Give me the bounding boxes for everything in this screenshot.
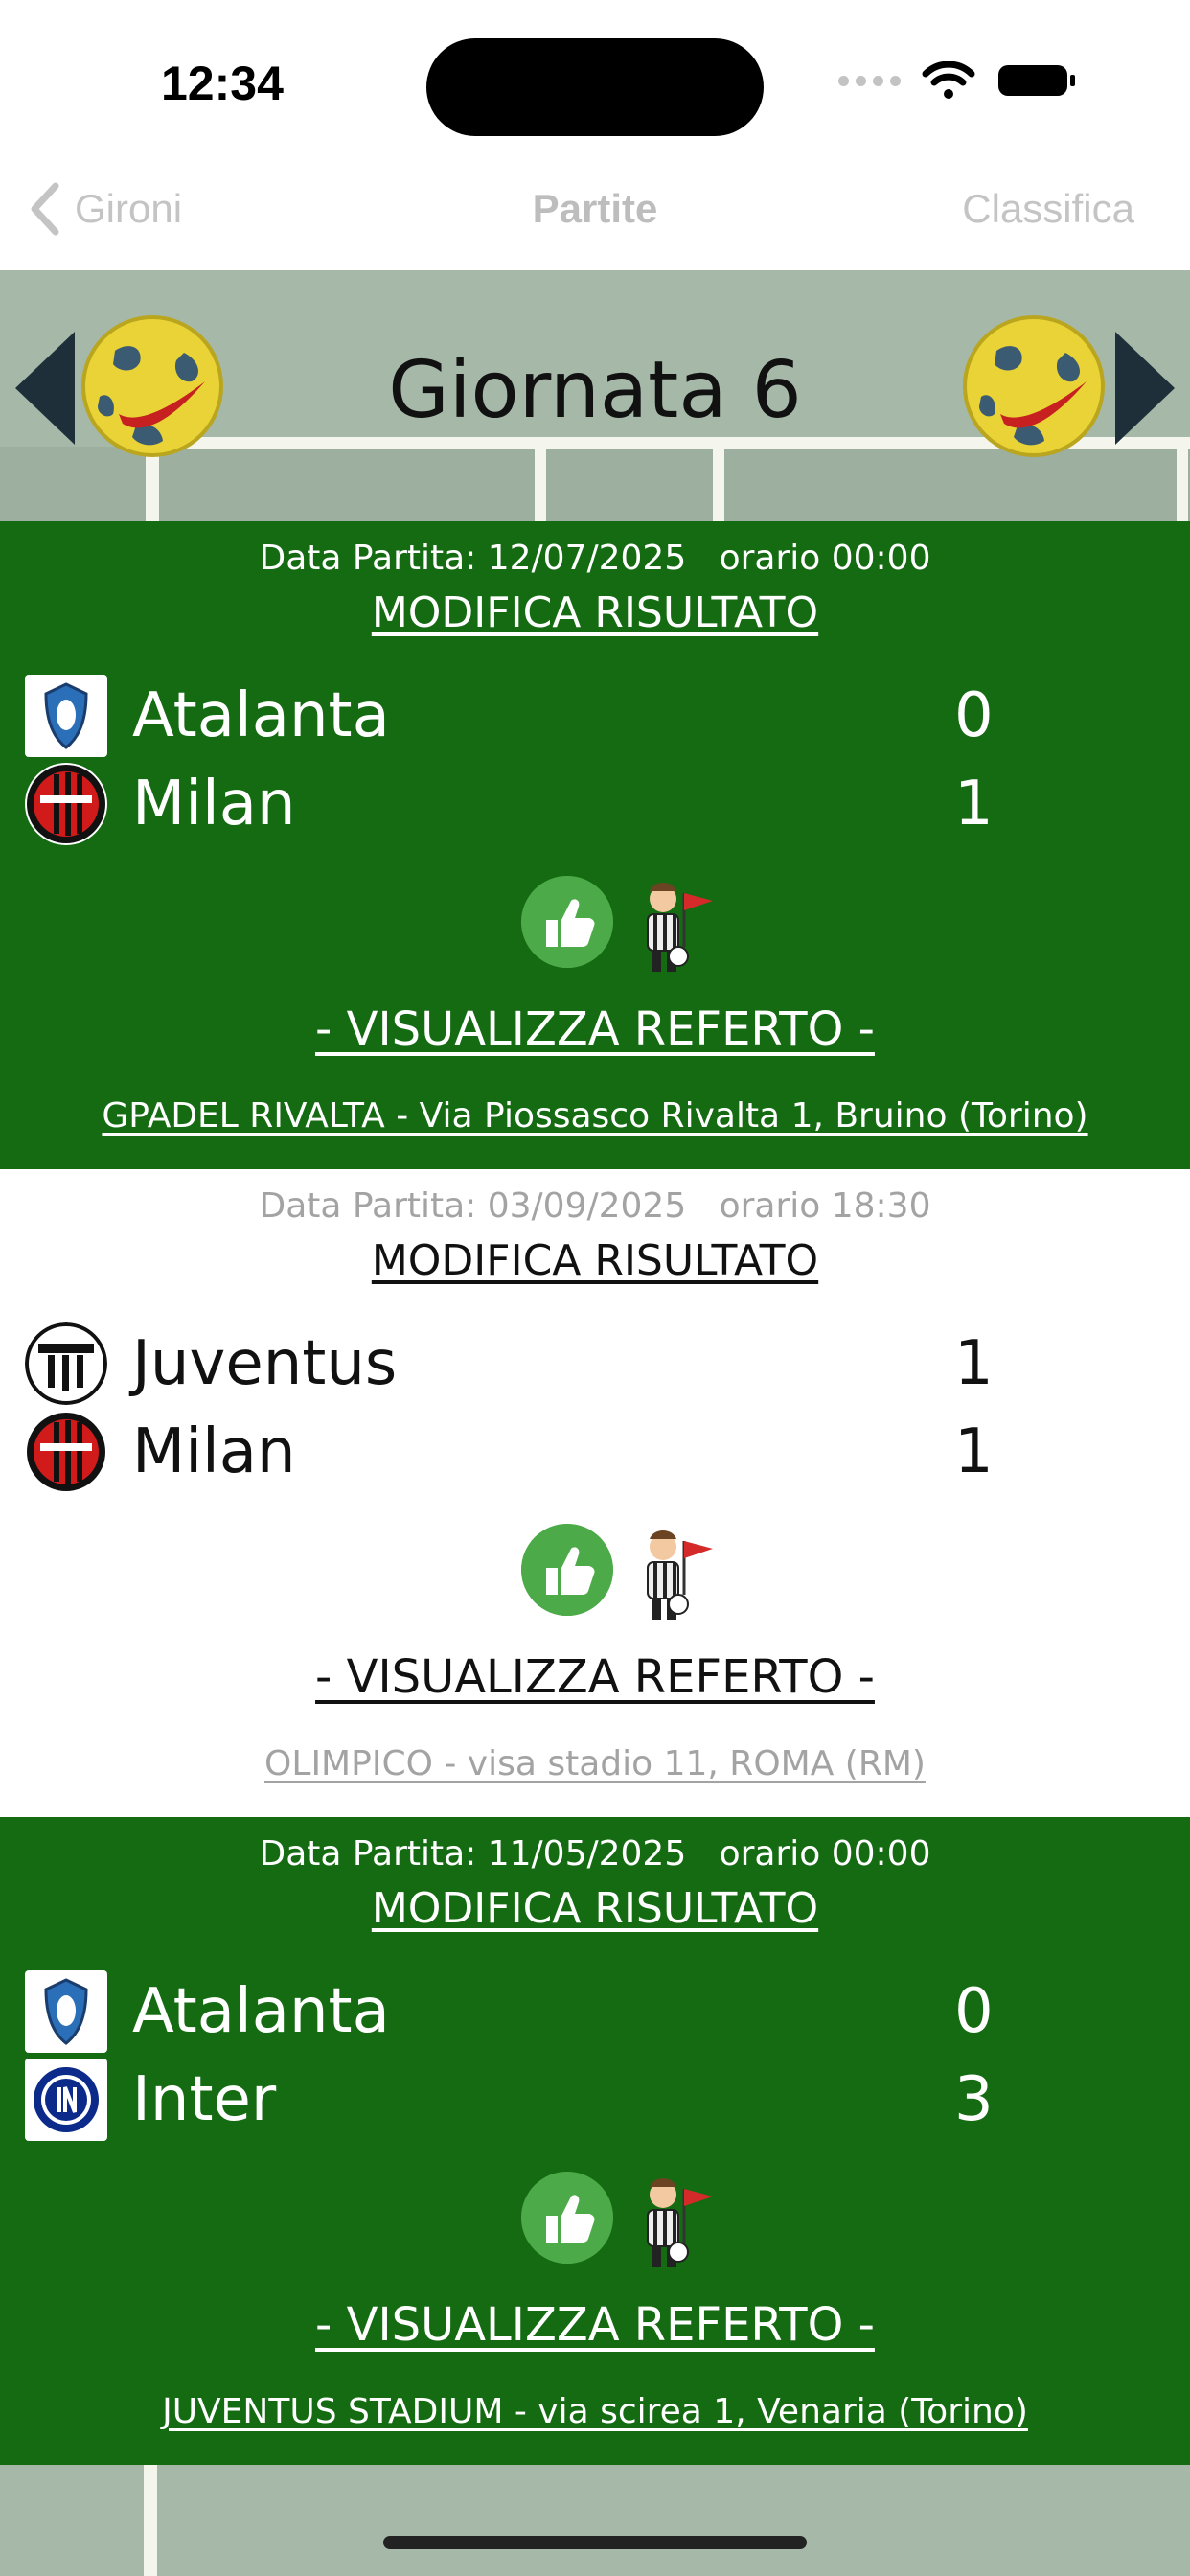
pitch-line [144,2461,157,2576]
status-bar: 12:34 [0,0,1190,153]
atalanta-logo [25,1970,107,2053]
classifica-button[interactable]: Classifica [962,186,1134,232]
home-team-score: 0 [954,1976,994,2047]
match-actions [0,2172,1190,2277]
battery-icon [998,65,1075,96]
away-team-score: 1 [954,769,994,840]
match-actions [0,1524,1190,1629]
away-team-name: Milan [132,769,296,840]
home-team-name: Atalanta [132,680,390,751]
match-time-text: orario 18:30 [719,1186,931,1226]
soccer-ball-icon [963,315,1105,457]
home-indicator[interactable] [383,2536,807,2549]
match-time-text: orario 00:00 [719,1834,931,1874]
pitch-line [713,447,724,523]
match-date: Data Partita: 11/05/2025 orario 00:00 [0,1834,1190,1874]
home-team-score: 0 [954,680,994,751]
next-round-button[interactable] [1113,328,1177,448]
pitch-line [1177,447,1188,523]
venue-link[interactable]: JUVENTUS STADIUM - via scirea 1, Venaria… [0,2392,1190,2431]
view-report-link[interactable]: - VISUALIZZA REFERTO - [0,2298,1190,2352]
home-team-name: Atalanta [132,1976,390,2047]
referee-icon[interactable] [630,1528,719,1623]
referee-icon[interactable] [630,2175,719,2271]
away-team-score: 3 [954,2064,994,2135]
match-card: Data Partita: 03/09/2025 orario 18:30 MO… [0,1169,1190,1817]
home-team-row: Atalanta 0 [25,1970,994,2057]
away-team-row: Inter 3 [25,2058,994,2145]
view-report-link[interactable]: - VISUALIZZA REFERTO - [0,1002,1190,1056]
status-time: 12:34 [161,57,284,110]
dynamic-island [426,38,764,136]
atalanta-logo [25,675,107,757]
thumbs-up-icon[interactable] [521,876,613,968]
thumbs-up-icon[interactable] [521,1524,613,1616]
away-team-name: Milan [132,1416,296,1487]
match-actions [0,876,1190,981]
navigation-bar: Gironi Partite Classifica [0,153,1190,270]
round-header: Giornata 6 [0,297,1190,457]
home-team-score: 1 [954,1328,994,1399]
thumbs-up-icon[interactable] [521,2172,613,2264]
inter-logo [25,2058,107,2141]
match-date-text: Data Partita: 11/05/2025 [259,1834,687,1874]
match-date-text: Data Partita: 03/09/2025 [259,1186,687,1226]
venue-link[interactable]: GPADEL RIVALTA - Via Piossasco Rivalta 1… [0,1096,1190,1136]
match-time-text: orario 00:00 [719,539,931,578]
home-team-row: Juventus 1 [25,1322,994,1409]
home-team-row: Atalanta 0 [25,675,994,761]
signal-icon [838,75,901,86]
milan-logo [25,1411,107,1493]
away-team-name: Inter [132,2064,277,2135]
match-date-text: Data Partita: 12/07/2025 [259,539,687,578]
status-icons [838,61,1077,100]
away-team-row: Milan 1 [25,763,994,849]
milan-logo [25,763,107,845]
pitch-line [535,447,546,523]
match-date: Data Partita: 03/09/2025 orario 18:30 [0,1186,1190,1226]
venue-link[interactable]: OLIMPICO - visa stadio 11, ROMA (RM) [0,1744,1190,1783]
away-team-score: 1 [954,1416,994,1487]
modify-result-link[interactable]: MODIFICA RISULTATO [0,1884,1190,1933]
away-team-row: Milan 1 [25,1411,994,1497]
modify-result-link[interactable]: MODIFICA RISULTATO [0,1236,1190,1285]
home-team-name: Juventus [132,1328,398,1399]
match-card: Data Partita: 11/05/2025 orario 00:00 MO… [0,1817,1190,2465]
juventus-logo [25,1322,107,1405]
modify-result-link[interactable]: MODIFICA RISULTATO [0,588,1190,637]
match-card: Data Partita: 12/07/2025 orario 00:00 MO… [0,521,1190,1169]
view-report-link[interactable]: - VISUALIZZA REFERTO - [0,1650,1190,1704]
wifi-icon [922,61,975,99]
match-date: Data Partita: 12/07/2025 orario 00:00 [0,539,1190,578]
referee-icon[interactable] [630,880,719,976]
